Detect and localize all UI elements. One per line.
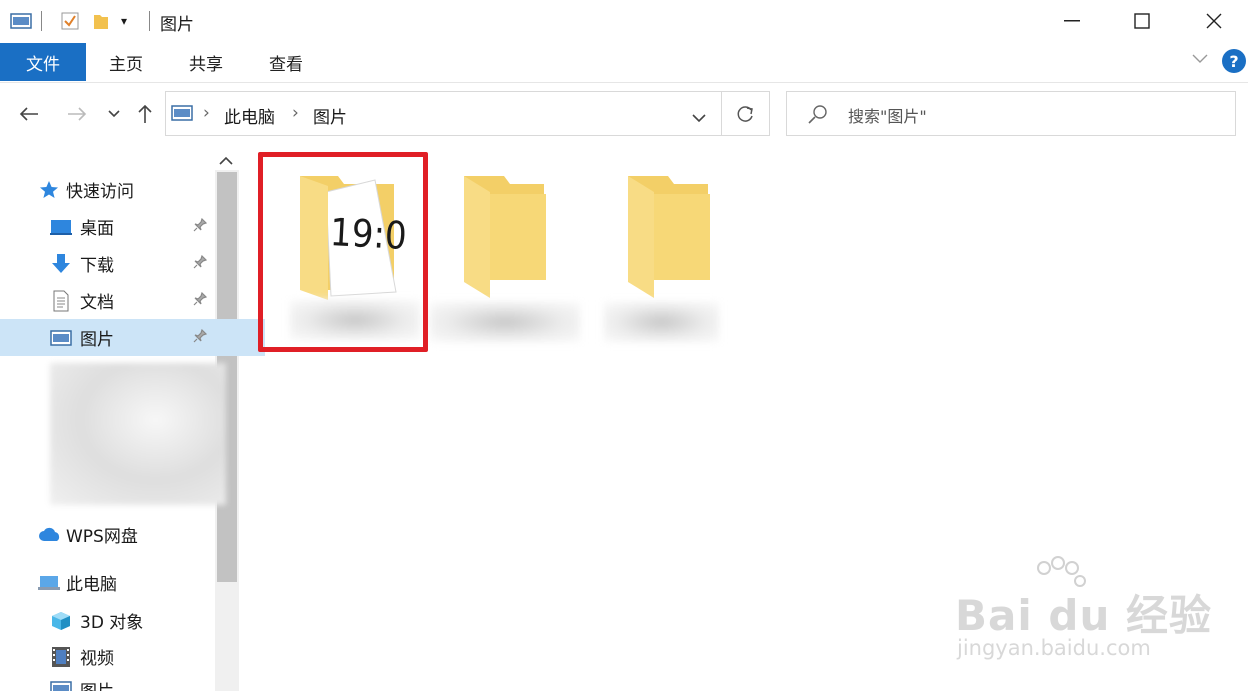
blurred-sidebar-items (50, 363, 226, 505)
pin-icon[interactable] (193, 291, 208, 310)
search-input[interactable]: 搜索"图片" (848, 103, 927, 127)
breadcrumb-chevron-icon[interactable]: › (203, 103, 210, 123)
scroll-up-icon[interactable] (219, 150, 233, 169)
refresh-button[interactable] (722, 91, 770, 136)
blurred-folder-name (604, 302, 719, 342)
sidebar-quick-access[interactable]: 快速访问 (0, 171, 253, 208)
ribbon-divider (0, 82, 1248, 83)
sidebar-item-label: 图片 (80, 677, 114, 691)
download-icon (50, 253, 72, 275)
minimize-button[interactable] (1036, 0, 1108, 42)
blurred-folder-name (430, 302, 580, 342)
pictures-icon (50, 678, 72, 691)
sidebar-item-downloads[interactable]: 下载 (0, 245, 265, 282)
sidebar-item-wps-cloud[interactable]: WPS网盘 (0, 516, 253, 553)
highlight-box (258, 152, 428, 352)
expand-ribbon-icon[interactable] (1192, 52, 1208, 68)
recent-locations-button[interactable] (104, 100, 124, 128)
address-dropdown-icon[interactable] (692, 108, 706, 127)
close-button[interactable] (1178, 0, 1248, 42)
pictures-icon (50, 327, 72, 349)
cloud-icon (38, 524, 60, 546)
tab-home[interactable]: 主页 (96, 43, 156, 81)
video-icon (50, 646, 72, 668)
window-icon[interactable] (10, 10, 32, 32)
sidebar-item-label: 桌面 (80, 219, 114, 239)
pin-icon[interactable] (193, 217, 208, 236)
sidebar-item-label: 图片 (80, 330, 114, 350)
sidebar-item-documents[interactable]: 文档 (0, 282, 265, 319)
back-button[interactable] (16, 100, 42, 128)
sidebar-item-pictures[interactable]: 图片 (0, 319, 265, 356)
quick-access-separator (41, 11, 42, 31)
sidebar-item-label: WPS网盘 (66, 527, 138, 547)
sidebar-item-label: 下载 (80, 256, 114, 276)
sidebar-item-label: 视频 (80, 649, 114, 669)
tab-file[interactable]: 文件 (0, 43, 86, 81)
tab-share[interactable]: 共享 (176, 43, 236, 81)
document-icon (50, 290, 72, 312)
new-folder-icon[interactable] (92, 10, 110, 32)
tab-view[interactable]: 查看 (256, 43, 316, 81)
help-icon[interactable]: ? (1222, 49, 1246, 73)
sidebar-item-label: 此电脑 (66, 575, 117, 595)
pictures-location-icon (171, 105, 193, 125)
folder-item[interactable] (626, 172, 721, 312)
star-icon (38, 179, 60, 201)
forward-button[interactable] (64, 100, 90, 128)
maximize-button[interactable] (1106, 0, 1178, 42)
sidebar-item-label: 快速访问 (66, 182, 134, 202)
sidebar-item-label: 3D 对象 (80, 613, 144, 633)
breadcrumb-pictures[interactable]: 图片 (313, 103, 347, 128)
search-icon (808, 104, 828, 128)
up-button[interactable] (134, 100, 156, 128)
watermark-brand: Bai du 经验 (955, 591, 1212, 640)
watermark-url: jingyan.baidu.com (957, 636, 1151, 660)
breadcrumb-chevron-icon[interactable]: › (292, 103, 299, 123)
customize-dropdown-icon[interactable]: ▾ (121, 10, 127, 32)
breadcrumb-this-pc[interactable]: 此电脑 (224, 103, 275, 128)
desktop-icon (50, 216, 72, 238)
title-separator (149, 11, 150, 31)
folder-item[interactable] (462, 172, 557, 312)
window-title: 图片 (160, 15, 194, 35)
pin-icon[interactable] (193, 254, 208, 273)
sidebar-item-videos[interactable]: 视频 (0, 638, 265, 675)
sidebar-item-this-pc[interactable]: 此电脑 (0, 564, 253, 601)
sidebar-item-label: 文档 (80, 293, 114, 313)
computer-icon (38, 572, 60, 594)
sidebar-item-3d-objects[interactable]: 3D 对象 (0, 602, 265, 639)
pin-icon[interactable] (193, 328, 208, 347)
sidebar-item-desktop[interactable]: 桌面 (0, 208, 265, 245)
sidebar-item-pictures-pc[interactable]: 图片 (0, 674, 265, 691)
properties-icon[interactable] (60, 10, 80, 32)
3d-objects-icon (50, 610, 72, 632)
